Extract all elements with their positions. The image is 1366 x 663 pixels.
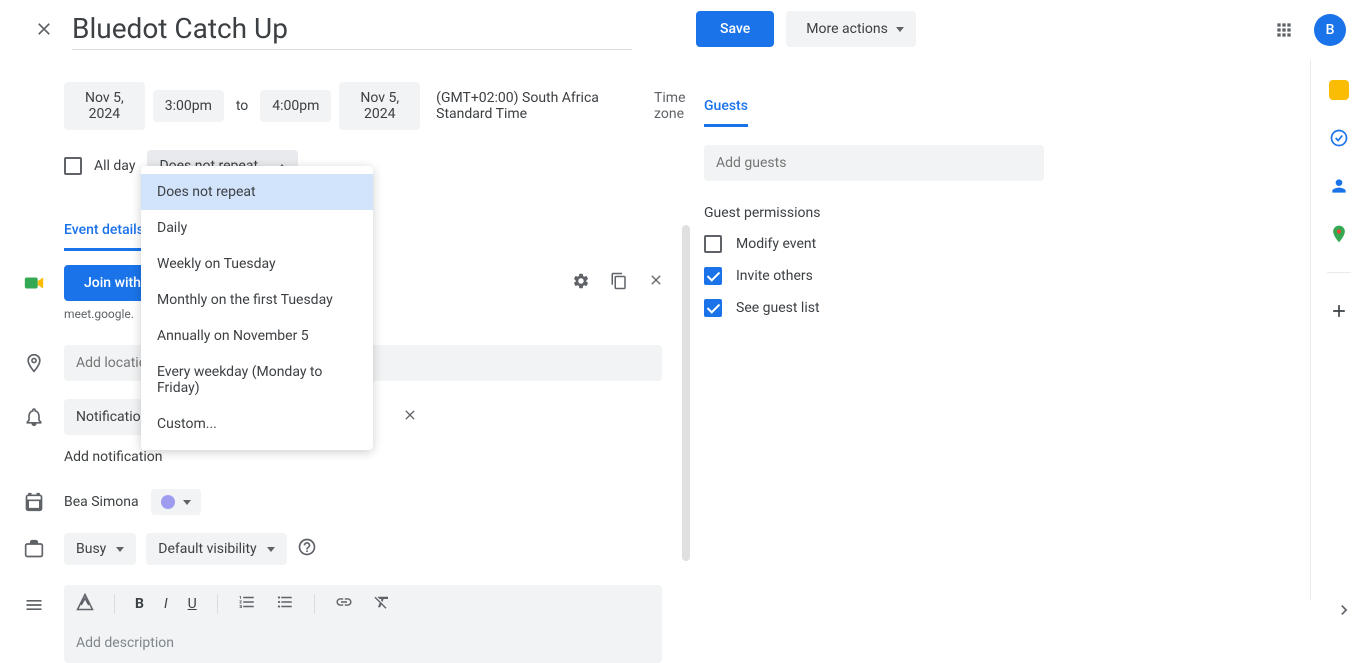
timezone-text: (GMT+02:00) South Africa Standard Time: [436, 90, 634, 122]
account-avatar[interactable]: B: [1314, 14, 1346, 46]
divider: [314, 594, 315, 614]
availability-icon: [22, 537, 46, 561]
attach-drive-icon[interactable]: [76, 593, 94, 615]
timezone-link[interactable]: Time zone: [654, 90, 704, 122]
divider: [217, 594, 218, 614]
link-icon[interactable]: [335, 593, 353, 615]
maps-icon[interactable]: [1329, 224, 1349, 244]
perm-invite-checkbox[interactable]: [704, 267, 722, 285]
bulleted-list-icon[interactable]: [276, 593, 294, 615]
tab-event-details[interactable]: Event details: [64, 222, 144, 251]
description-icon: [22, 593, 46, 617]
divider: [114, 594, 115, 614]
add-guests-input[interactable]: [704, 145, 1044, 181]
meet-settings-icon[interactable]: [572, 272, 590, 294]
contacts-icon[interactable]: [1329, 176, 1349, 196]
numbered-list-icon[interactable]: [238, 593, 256, 615]
close-button[interactable]: [24, 9, 64, 49]
chevron-down-icon: [267, 547, 275, 552]
google-apps-button[interactable]: [1274, 20, 1294, 44]
divider: [1327, 272, 1351, 273]
perm-invite-label: Invite others: [736, 268, 813, 284]
dropdown-item-daily[interactable]: Daily: [141, 210, 373, 246]
dropdown-item-weekly[interactable]: Weekly on Tuesday: [141, 246, 373, 282]
visibility-selector[interactable]: Default visibility: [146, 533, 286, 565]
meet-icon: [22, 271, 46, 295]
color-swatch: [161, 495, 175, 509]
tasks-icon[interactable]: [1329, 128, 1349, 148]
calendar-icon: [22, 490, 46, 514]
tab-guests[interactable]: Guests: [704, 98, 748, 127]
remove-notification-button[interactable]: [398, 403, 422, 431]
calendar-color-selector[interactable]: [151, 489, 201, 515]
keep-icon[interactable]: [1329, 80, 1349, 100]
scrollbar[interactable]: [682, 225, 690, 561]
underline-icon[interactable]: U: [188, 596, 197, 612]
chevron-down-icon: [896, 27, 904, 32]
start-date-chip[interactable]: Nov 5, 2024: [64, 82, 145, 130]
description-toolbar: B I U: [64, 585, 662, 623]
end-time-chip[interactable]: 4:00pm: [260, 90, 331, 122]
add-addon-icon[interactable]: [1329, 301, 1349, 321]
notification-icon: [22, 405, 46, 429]
close-icon: [34, 19, 54, 39]
expand-side-panel-button[interactable]: [1334, 600, 1354, 624]
save-button[interactable]: Save: [696, 11, 774, 47]
allday-checkbox[interactable]: [64, 157, 82, 175]
dropdown-item-annually[interactable]: Annually on November 5: [141, 318, 373, 354]
bold-icon[interactable]: B: [135, 596, 144, 612]
dropdown-item-custom[interactable]: Custom...: [141, 406, 373, 442]
busy-selector[interactable]: Busy: [64, 533, 136, 565]
more-actions-label: More actions: [806, 21, 888, 37]
more-actions-button[interactable]: More actions: [786, 11, 916, 47]
meet-remove-icon[interactable]: [648, 272, 664, 294]
perm-seelist-checkbox[interactable]: [704, 299, 722, 317]
close-icon: [402, 407, 418, 423]
apps-grid-icon: [1274, 20, 1294, 40]
add-notification-link[interactable]: Add notification: [64, 449, 704, 465]
end-date-chip[interactable]: Nov 5, 2024: [339, 82, 420, 130]
chevron-right-icon: [1334, 600, 1354, 620]
start-time-chip[interactable]: 3:00pm: [153, 90, 224, 122]
chevron-down-icon: [116, 547, 124, 552]
perm-modify-label: Modify event: [736, 236, 816, 252]
italic-icon[interactable]: I: [164, 596, 168, 612]
recurrence-dropdown: Does not repeat Daily Weekly on Tuesday …: [141, 166, 373, 450]
dropdown-item-weekday[interactable]: Every weekday (Monday to Friday): [141, 354, 373, 406]
event-title-input[interactable]: [72, 8, 632, 50]
chevron-down-icon: [183, 500, 191, 505]
calendar-owner-name: Bea Simona: [64, 494, 139, 510]
meet-copy-icon[interactable]: [610, 272, 628, 294]
to-label: to: [232, 98, 252, 114]
location-icon: [22, 351, 46, 375]
description-input[interactable]: Add description: [64, 623, 662, 663]
perm-seelist-label: See guest list: [736, 300, 820, 316]
visibility-help-icon[interactable]: [297, 537, 317, 561]
perm-modify-checkbox[interactable]: [704, 235, 722, 253]
dropdown-item-no-repeat[interactable]: Does not repeat: [141, 174, 373, 210]
guest-permissions-heading: Guest permissions: [704, 205, 1044, 221]
side-panel: [1310, 60, 1366, 600]
allday-label: All day: [94, 158, 135, 174]
dropdown-item-monthly[interactable]: Monthly on the first Tuesday: [141, 282, 373, 318]
clear-format-icon[interactable]: [373, 593, 391, 615]
